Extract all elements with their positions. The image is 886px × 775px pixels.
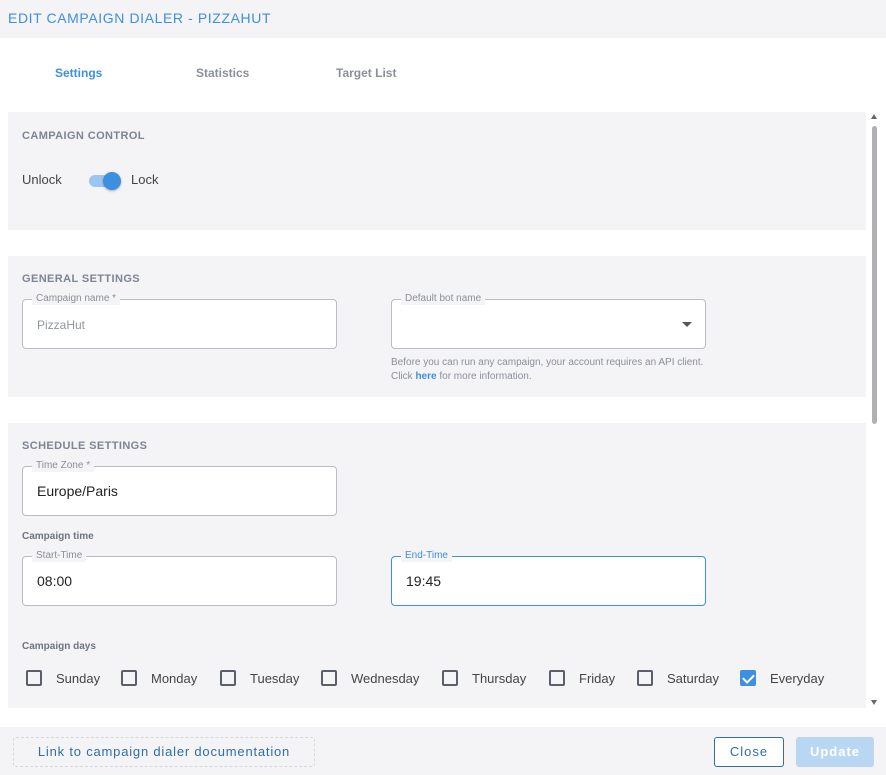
checkbox-icon <box>121 670 137 686</box>
section-title-schedule-settings: SCHEDULE SETTINGS <box>22 440 148 452</box>
dialog-header: EDIT CAMPAIGN DIALER - PIZZAHUT <box>0 0 886 38</box>
scrollbar-thumb[interactable] <box>872 126 877 424</box>
api-client-help-text: Before you can run any campaign, your ac… <box>391 356 721 384</box>
general-settings-section: GENERAL SETTINGS Campaign name * PizzaHu… <box>8 256 866 397</box>
day-label: Monday <box>151 671 198 686</box>
checkbox-checked-icon <box>740 670 756 686</box>
checkbox-icon <box>549 670 565 686</box>
toggle-knob <box>103 172 121 190</box>
day-label: Tuesday <box>250 671 300 686</box>
day-label: Thursday <box>472 671 527 686</box>
checkbox-icon <box>26 670 42 686</box>
campaign-time-label: Campaign time <box>22 531 94 542</box>
scroll-down-arrow-icon[interactable] <box>871 700 877 705</box>
lock-toggle[interactable] <box>88 172 124 190</box>
tab-target-list[interactable]: Target List <box>336 66 396 80</box>
vertical-scrollbar[interactable] <box>870 112 878 708</box>
start-time-value: 08:00 <box>37 573 73 589</box>
end-time-value: 19:45 <box>406 573 442 589</box>
dialog-footer: Link to campaign dialer documentation Cl… <box>0 727 886 775</box>
default-bot-select[interactable]: Default bot name <box>391 293 706 349</box>
day-label: Wednesday <box>351 671 420 686</box>
time-zone-value: Europe/Paris <box>37 483 118 499</box>
campaign-control-section: CAMPAIGN CONTROL Unlock Lock <box>8 112 866 230</box>
default-bot-label: Default bot name <box>401 293 486 305</box>
start-time-field[interactable]: Start-Time 08:00 <box>22 550 337 606</box>
help-text-part-2: for more information. <box>439 371 532 382</box>
dropdown-arrow-icon <box>682 322 692 327</box>
time-zone-field[interactable]: Time Zone * Europe/Paris <box>22 460 337 516</box>
section-title-campaign-control: CAMPAIGN CONTROL <box>22 130 145 142</box>
checkbox-icon <box>220 670 236 686</box>
documentation-link[interactable]: Link to campaign dialer documentation <box>13 737 315 767</box>
start-time-label: Start-Time <box>32 550 87 562</box>
checkbox-icon <box>442 670 458 686</box>
help-text-part-1: Before you can run any campaign, your ac… <box>391 357 704 382</box>
close-button[interactable]: Close <box>714 737 784 767</box>
tab-settings[interactable]: Settings <box>55 66 102 80</box>
lock-label: Lock <box>131 172 159 187</box>
campaign-name-value: PizzaHut <box>37 318 86 332</box>
settings-scroll-area[interactable]: CAMPAIGN CONTROL Unlock Lock GENERAL SET… <box>0 112 886 708</box>
day-label: Sunday <box>56 671 101 686</box>
campaign-name-label: Campaign name * <box>32 293 121 305</box>
checkbox-icon <box>321 670 337 686</box>
scroll-up-arrow-icon[interactable] <box>871 114 877 119</box>
campaign-name-field[interactable]: Campaign name * PizzaHut <box>22 293 337 349</box>
day-label: Friday <box>579 671 616 686</box>
checkbox-icon <box>637 670 653 686</box>
help-here-link[interactable]: here <box>415 371 436 382</box>
end-time-label: End-Time <box>401 550 452 562</box>
tab-statistics[interactable]: Statistics <box>196 66 249 80</box>
time-zone-label: Time Zone * <box>32 460 95 472</box>
end-time-field[interactable]: End-Time 19:45 <box>391 550 706 606</box>
schedule-settings-section: SCHEDULE SETTINGS Time Zone * Europe/Par… <box>8 423 866 708</box>
unlock-label: Unlock <box>22 172 62 187</box>
dialog-title: EDIT CAMPAIGN DIALER - PIZZAHUT <box>8 10 272 26</box>
campaign-days-label: Campaign days <box>22 641 96 652</box>
update-button[interactable]: Update <box>796 737 874 767</box>
day-label: Saturday <box>667 671 720 686</box>
day-label: Everyday <box>770 671 825 686</box>
section-title-general-settings: GENERAL SETTINGS <box>22 273 141 285</box>
